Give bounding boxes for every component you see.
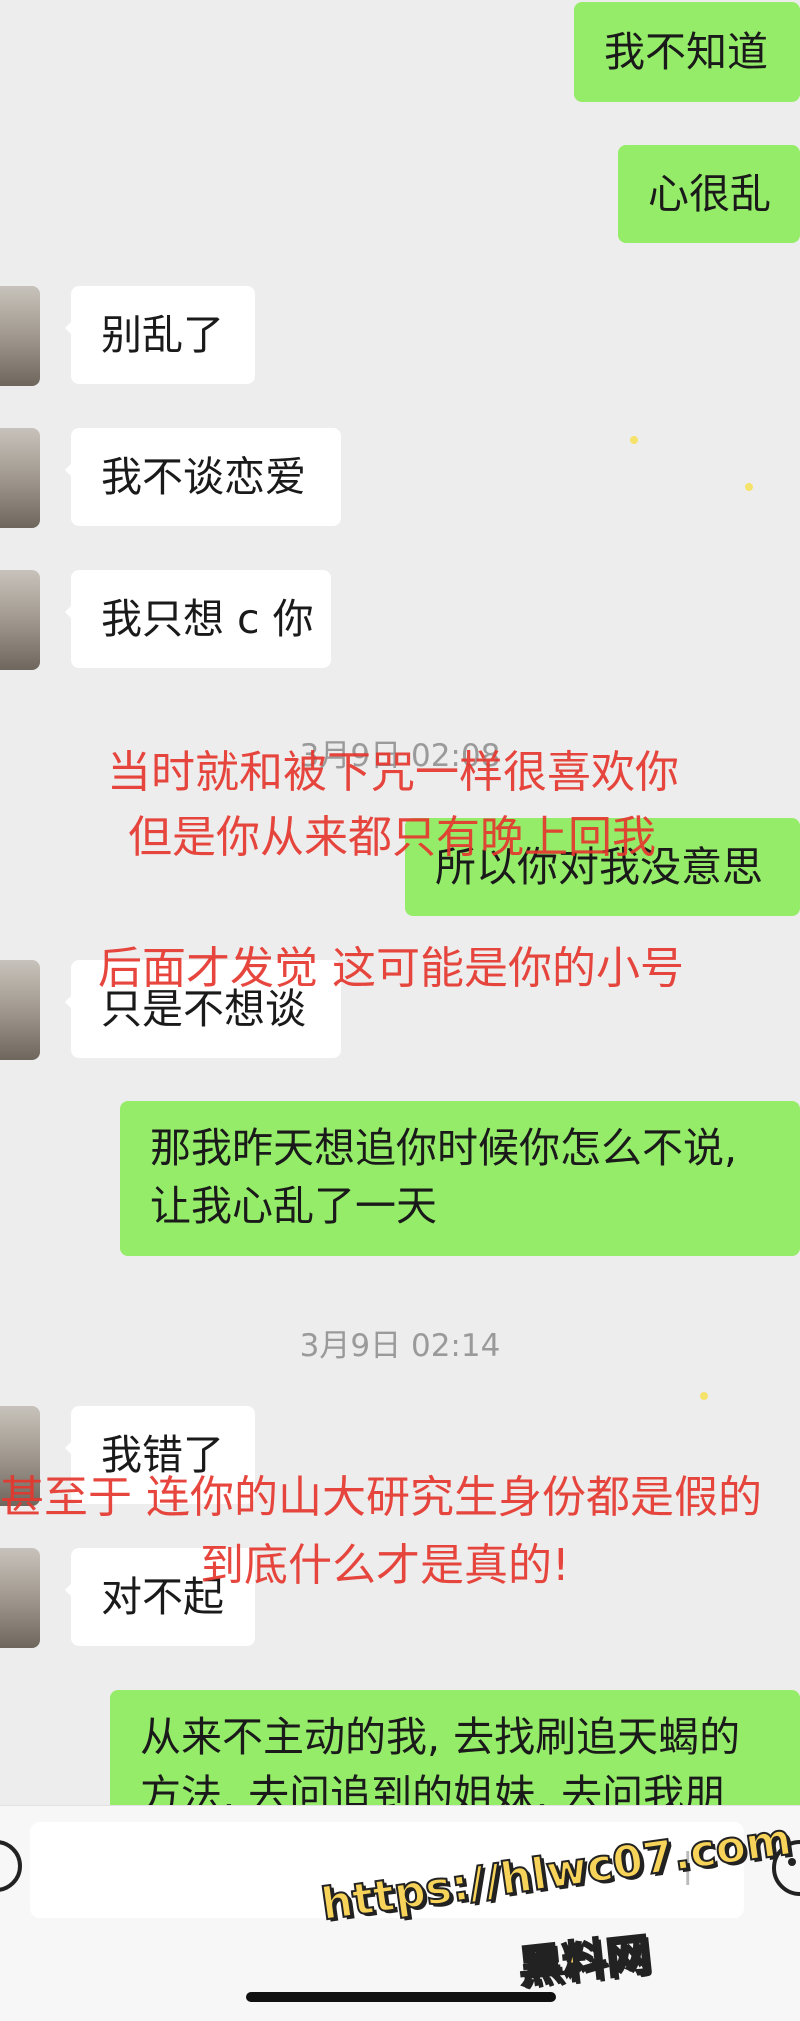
message-incoming[interactable]: 我只想 c 你 [65,570,331,668]
overlay-caption: 到底什么才是真的! [200,1540,570,1591]
overlay-caption: 但是你从来都只有晚上回我 [128,812,656,863]
contact-avatar[interactable] [0,960,40,1060]
message-line: 让我心乱了一天 [150,1182,437,1230]
message-outgoing[interactable]: 心很乱 [618,145,800,243]
overlay-caption: 当时就和被下咒一样很喜欢你 [107,747,679,798]
message-line: 从来不主动的我, 去找刷追天蝎的 [140,1713,741,1761]
contact-avatar[interactable] [0,570,40,670]
decorative-dot [700,1392,708,1400]
message-line: 方法, 去问追到的姐妹, 去问我朋 [140,1771,726,1805]
message-outgoing[interactable]: 从来不主动的我, 去找刷追天蝎的 方法, 去问追到的姐妹, 去问我朋 [110,1690,800,1805]
timestamp: 3月9日 02:14 [299,1328,501,1364]
contact-avatar[interactable] [0,286,40,386]
voice-icon[interactable] [0,1840,22,1892]
overlay-caption: 后面才发觉 这可能是你的小号 [98,943,684,994]
decorative-dot [630,436,638,444]
contact-avatar[interactable] [0,428,40,528]
overlay-caption: 甚至于 连你的山大研究生身份都是假的 [0,1472,762,1523]
home-indicator [246,1992,556,2002]
message-incoming[interactable]: 我不谈恋爱 [65,428,341,526]
contact-avatar[interactable] [0,1548,40,1648]
message-outgoing[interactable]: 那我昨天想追你时候你怎么不说, 让我心乱了一天 [120,1101,800,1256]
message-outgoing[interactable]: 我不知道 [574,2,800,102]
watermark-site: 黑料网 [515,1928,654,1995]
message-line: 那我昨天想追你时候你怎么不说, [150,1124,738,1172]
chat-area[interactable]: 我不知道 心很乱 别乱了 我不谈恋爱 我只想 c 你 3月9日 02:08 所以… [0,0,800,1805]
message-incoming[interactable]: 别乱了 [65,286,255,384]
decorative-dot [745,483,753,491]
